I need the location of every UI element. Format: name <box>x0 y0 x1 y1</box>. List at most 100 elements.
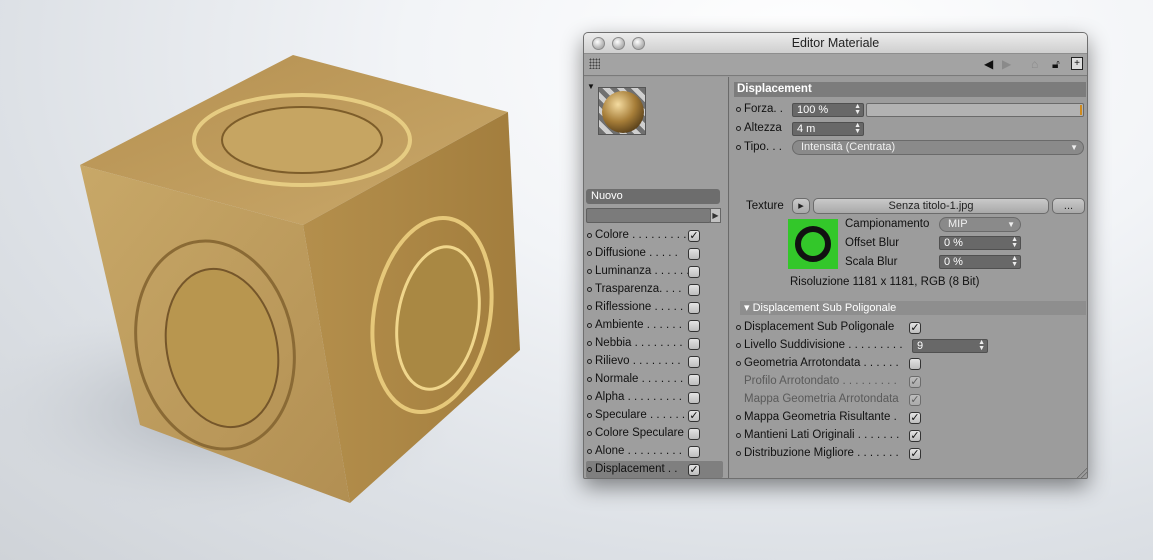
animate-dot[interactable] <box>736 325 741 330</box>
channel-dot <box>587 305 592 310</box>
animate-dot[interactable] <box>736 415 741 420</box>
scroll-right-button[interactable]: ▶ <box>710 208 721 223</box>
channel-checkbox[interactable] <box>688 374 700 386</box>
animate-dot[interactable] <box>736 145 741 150</box>
channel-checkbox[interactable] <box>688 266 700 278</box>
forza-slider[interactable] <box>866 103 1084 117</box>
animate-dot[interactable] <box>736 451 741 456</box>
channel-checkbox[interactable] <box>688 248 700 260</box>
mantieni-checkbox[interactable]: ✓ <box>909 430 921 442</box>
window-title: Editor Materiale <box>791 36 880 50</box>
subpoly-enable-checkbox[interactable]: ✓ <box>909 322 921 334</box>
subpoly-enable-row: Displacement Sub Poligonale ✓ <box>736 319 1086 336</box>
livello-input[interactable]: 9 ▲ ▼ <box>912 339 988 353</box>
channel-item[interactable]: Trasparenza. . . . <box>586 281 723 298</box>
tipo-value: Intensità (Centrata) <box>801 141 896 153</box>
channel-item[interactable]: Alpha . . . . . . . . . <box>586 389 723 406</box>
forward-arrow-icon[interactable]: ▶ <box>1002 57 1011 71</box>
texture-file-button[interactable]: Senza titolo-1.jpg <box>813 198 1049 214</box>
animate-dot[interactable] <box>736 107 741 112</box>
subpoly-enable-label: Displacement Sub Poligonale <box>744 321 895 333</box>
forza-label: Forza. . <box>744 103 783 115</box>
texture-browse-button[interactable]: ... <box>1052 198 1085 214</box>
channel-checkbox[interactable] <box>688 392 700 404</box>
new-window-icon[interactable]: + <box>1071 57 1083 70</box>
channel-item[interactable]: Alone . . . . . . . . . <box>586 443 723 460</box>
channel-item[interactable]: Diffusione . . . . . <box>586 245 723 262</box>
channel-checkbox[interactable]: ✓ <box>688 230 700 242</box>
channel-label: Alpha . . . . . . . . . <box>595 391 682 403</box>
forza-input[interactable]: 100 % ▲ ▼ <box>792 103 864 117</box>
channel-label: Diffusione . . . . . <box>595 247 678 259</box>
channel-dot <box>587 341 592 346</box>
channel-checkbox[interactable]: ✓ <box>688 464 700 476</box>
channel-item[interactable]: Ambiente . . . . . . <box>586 317 723 334</box>
geo-arr-row: Geometria Arrotondata . . . . . . <box>736 355 1086 372</box>
campionamento-label: Campionamento <box>845 218 930 230</box>
distribuzione-checkbox[interactable]: ✓ <box>909 448 921 460</box>
animate-dot[interactable] <box>736 343 741 348</box>
preview-menu-icon[interactable]: ▼ <box>587 82 595 91</box>
material-editor-window: Editor Materiale ◀ ▶ ⌂ 🔓︎ + ▼ Nuovo ▶ Co… <box>583 32 1088 479</box>
lock-icon[interactable]: 🔓︎ <box>1052 57 1060 71</box>
toolbar: ◀ ▶ ⌂ 🔓︎ + <box>584 54 1087 76</box>
channel-dot <box>587 251 592 256</box>
channel-dot <box>587 467 592 472</box>
resize-grip-icon[interactable] <box>1077 468 1087 478</box>
channel-checkbox[interactable] <box>688 446 700 458</box>
mappa-geo-ris-checkbox[interactable]: ✓ <box>909 412 921 424</box>
animate-dot[interactable] <box>736 361 741 366</box>
channel-item[interactable]: Rilievo . . . . . . . . <box>586 353 723 370</box>
altezza-input[interactable]: 4 m ▲ ▼ <box>792 122 864 136</box>
channel-scroll-field[interactable] <box>586 208 711 223</box>
offset-blur-value: 0 % <box>944 237 963 249</box>
subpoly-section-header[interactable]: ▾ Displacement Sub Poligonale <box>740 301 1086 315</box>
channel-item[interactable]: Riflessione . . . . . <box>586 299 723 316</box>
channel-checkbox[interactable] <box>688 302 700 314</box>
texture-thumbnail[interactable] <box>788 219 838 269</box>
channel-checkbox[interactable] <box>688 356 700 368</box>
animate-dot[interactable] <box>736 126 741 131</box>
scala-blur-input[interactable]: 0 % ▲ ▼ <box>939 255 1021 269</box>
channel-item[interactable]: Normale . . . . . . . <box>586 371 723 388</box>
displacement-section-header: Displacement <box>734 82 1086 97</box>
channel-item[interactable]: Colore . . . . . . . . . ✓ <box>586 227 723 244</box>
channel-dot <box>587 269 592 274</box>
back-arrow-icon[interactable]: ◀ <box>984 57 993 71</box>
forza-slider-thumb[interactable] <box>1080 105 1082 115</box>
campionamento-value: MIP <box>948 218 968 230</box>
channel-item[interactable]: Speculare . . . . . . ✓ <box>586 407 723 424</box>
channel-label: Normale . . . . . . . <box>595 373 684 385</box>
mappa-geo-arr-row: Mappa Geometria Arrotondata ✓ <box>736 391 1086 408</box>
channel-checkbox[interactable] <box>688 320 700 332</box>
altezza-label: Altezza <box>744 122 782 134</box>
render-viewport <box>0 0 560 560</box>
channel-item[interactable]: Displacement . . ✓ <box>586 461 723 478</box>
offset-blur-label: Offset Blur <box>845 237 900 249</box>
channel-checkbox[interactable]: ✓ <box>688 410 700 422</box>
channel-dot <box>587 377 592 382</box>
mantieni-row: Mantieni Lati Originali . . . . . . . ✓ <box>736 427 1086 444</box>
channel-item[interactable]: Colore Speculare <box>586 425 723 442</box>
texture-menu-button[interactable]: ▸ <box>792 198 810 214</box>
tipo-dropdown[interactable]: Intensità (Centrata) ▼ <box>792 140 1084 155</box>
material-name-field[interactable]: Nuovo <box>586 189 720 204</box>
channel-dot <box>587 449 592 454</box>
channel-label: Rilievo . . . . . . . . <box>595 355 681 367</box>
channel-checkbox[interactable] <box>688 284 700 296</box>
channel-checkbox[interactable] <box>688 338 700 350</box>
channel-item[interactable]: Luminanza . . . . . . <box>586 263 723 280</box>
offset-blur-input[interactable]: 0 % ▲ ▼ <box>939 236 1021 250</box>
material-preview[interactable] <box>598 87 646 135</box>
title-bar[interactable]: Editor Materiale <box>584 33 1087 54</box>
channel-item[interactable]: Nebbia . . . . . . . . <box>586 335 723 352</box>
channel-checkbox[interactable] <box>688 428 700 440</box>
channel-label: Speculare . . . . . . <box>595 409 686 421</box>
channel-label: Riflessione . . . . . <box>595 301 684 313</box>
drag-grip-icon[interactable] <box>589 58 600 69</box>
animate-dot[interactable] <box>736 433 741 438</box>
texture-resolution: Risoluzione 1181 x 1181, RGB (8 Bit) <box>790 276 980 288</box>
subpoly-header-label: Displacement Sub Poligonale <box>752 302 897 314</box>
campionamento-dropdown[interactable]: MIP ▼ <box>939 217 1021 232</box>
geo-arr-checkbox[interactable] <box>909 358 921 370</box>
